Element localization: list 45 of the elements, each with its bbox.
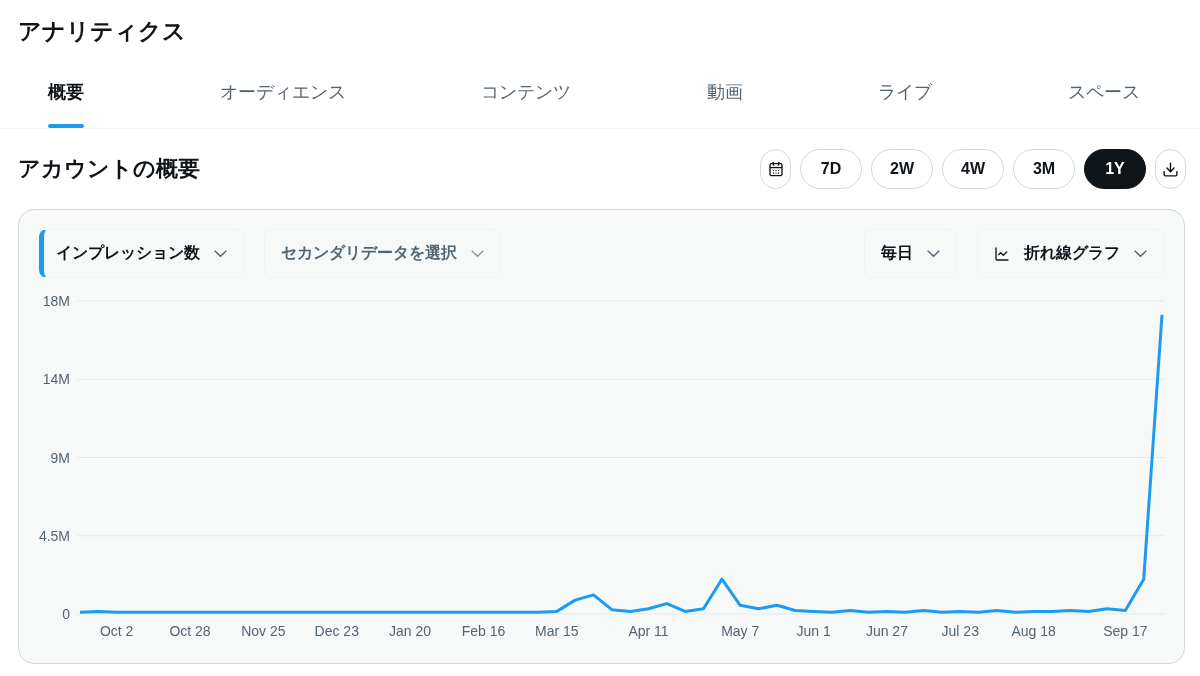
range-button[interactable]: 7D xyxy=(800,149,862,189)
x-axis-label: Jul 23 xyxy=(941,623,979,639)
y-axis-label: 4.5M xyxy=(38,527,70,544)
chevron-down-icon xyxy=(927,250,940,257)
x-axis-label: Aug 18 xyxy=(1011,623,1056,639)
download-icon xyxy=(1162,160,1179,178)
x-axis-label: Jun 1 xyxy=(796,623,831,639)
tab[interactable]: コンテンツ xyxy=(461,56,592,128)
x-axis-label: Mar 15 xyxy=(535,623,579,639)
tab[interactable]: 概要 xyxy=(28,56,104,128)
metric-dropdown[interactable]: インプレッション数 xyxy=(39,229,244,278)
x-axis-label: Jan 20 xyxy=(389,623,432,639)
x-axis-label: Sep 17 xyxy=(1103,623,1148,639)
x-axis-label: Apr 11 xyxy=(628,623,669,639)
x-axis-label: Dec 23 xyxy=(314,623,359,639)
y-axis-label: 9M xyxy=(50,449,70,466)
calendar-button[interactable] xyxy=(760,149,791,189)
download-button[interactable] xyxy=(1155,149,1186,189)
x-axis-label: Nov 25 xyxy=(241,623,286,639)
x-axis-label: Oct 2 xyxy=(99,623,134,639)
calendar-icon xyxy=(767,161,784,177)
range-button[interactable]: 1Y xyxy=(1084,149,1146,189)
tab[interactable]: オーディエンス xyxy=(199,56,366,128)
chevron-down-icon xyxy=(214,250,227,257)
chevron-down-icon xyxy=(1134,250,1147,257)
range-button[interactable]: 2W xyxy=(871,149,933,189)
page-title: アナリティクス xyxy=(17,17,187,46)
x-axis-label: Oct 28 xyxy=(169,623,211,639)
chart-type-dropdown[interactable]: 折れ線グラフ xyxy=(977,229,1164,278)
y-axis-label: 0 xyxy=(62,606,70,622)
y-axis-label: 18M xyxy=(42,293,70,309)
tab[interactable]: 動画 xyxy=(686,56,763,128)
line-chart-icon xyxy=(994,245,1010,262)
section-title: アカウントの概要 xyxy=(18,155,200,183)
chevron-down-icon xyxy=(471,250,484,257)
x-axis-label: Jun 27 xyxy=(865,623,908,639)
y-axis-label: 14M xyxy=(42,371,70,388)
x-axis-label: Feb 16 xyxy=(461,623,506,639)
interval-dropdown[interactable]: 毎日 xyxy=(864,229,957,278)
range-button[interactable]: 4W xyxy=(942,149,1004,189)
secondary-metric-dropdown[interactable]: セカンダリデータを選択 xyxy=(264,229,501,278)
tab[interactable]: ライブ xyxy=(858,56,953,128)
x-axis-label: May 7 xyxy=(721,623,760,639)
range-button[interactable]: 3M xyxy=(1013,149,1075,189)
tab[interactable]: スペース xyxy=(1047,56,1160,128)
